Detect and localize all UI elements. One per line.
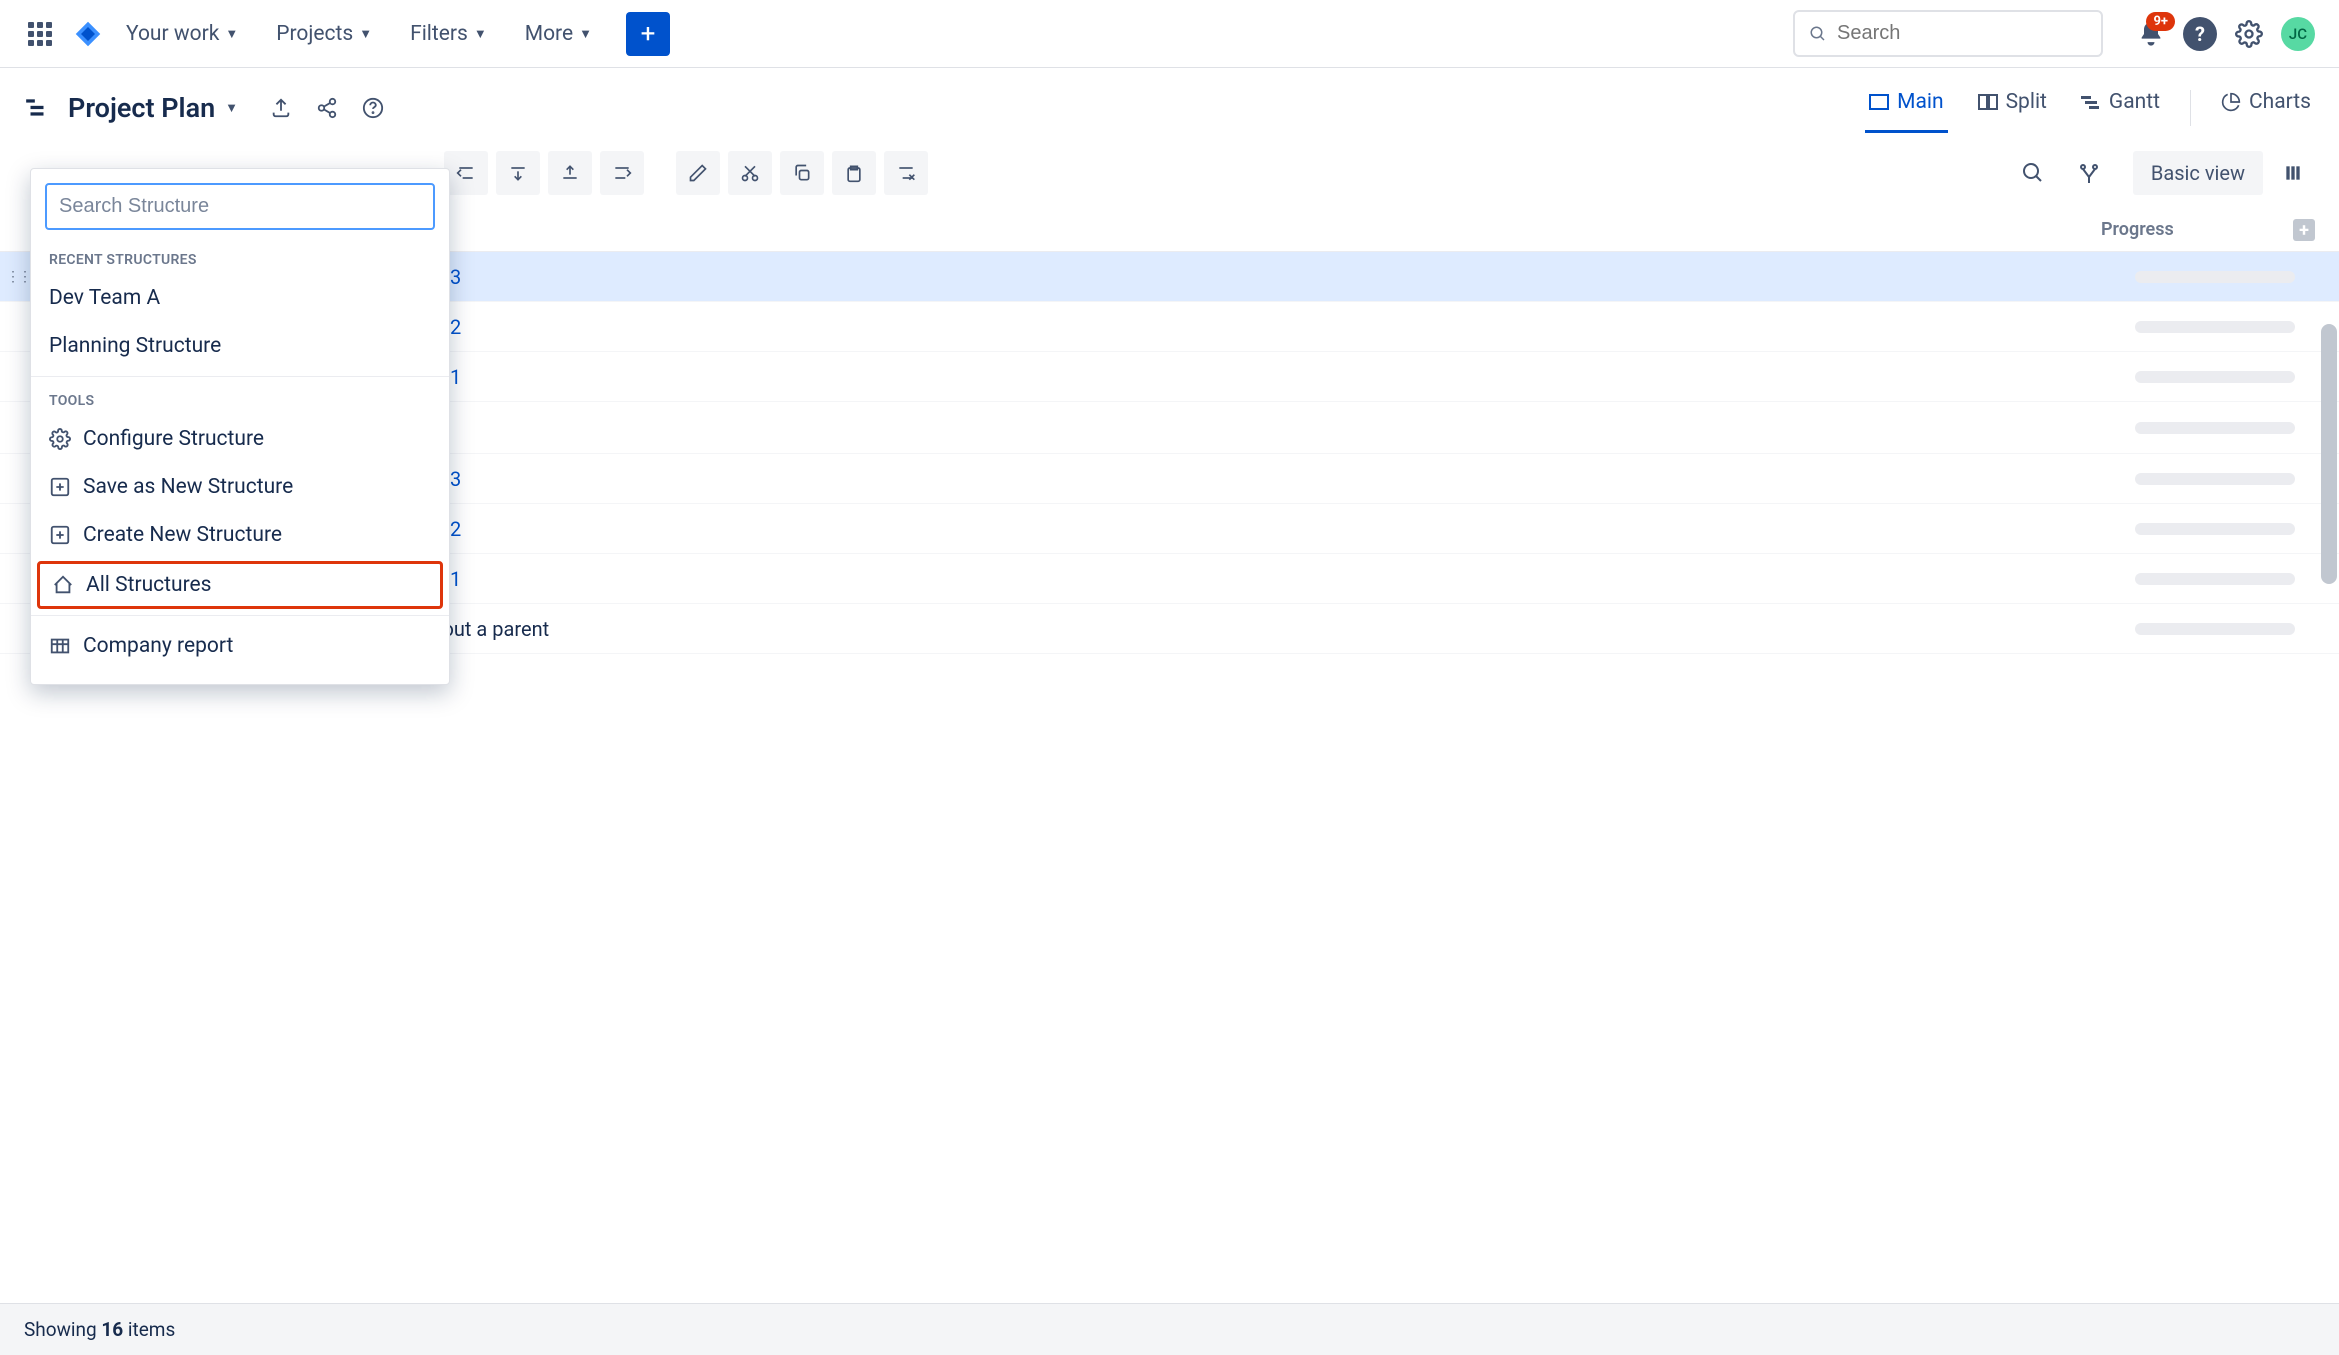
recent-structure-item[interactable]: Planning Structure xyxy=(31,322,449,370)
notification-badge: 9+ xyxy=(2146,12,2175,31)
issue-key[interactable]: 2 xyxy=(450,517,461,541)
share-icon[interactable] xyxy=(316,97,338,119)
tab-main[interactable]: Main xyxy=(1865,82,1947,133)
search-icon[interactable] xyxy=(2021,161,2045,185)
help-circle-icon[interactable] xyxy=(362,97,384,119)
search-input[interactable] xyxy=(1837,22,2087,45)
issue-key[interactable]: 3 xyxy=(450,467,461,491)
progress-bar xyxy=(2135,573,2295,585)
chevron-down-icon: ▼ xyxy=(579,26,592,42)
issue-key[interactable]: 2 xyxy=(450,315,461,339)
split-view-icon xyxy=(1978,94,1998,110)
progress-column-header[interactable]: Progress xyxy=(2101,219,2281,241)
structure-subheader: Project Plan ▼ Main Split Gantt Charts xyxy=(0,68,2339,151)
tab-gantt[interactable]: Gantt xyxy=(2077,82,2164,133)
create-new-item[interactable]: Create New Structure xyxy=(31,511,449,559)
notifications-button[interactable]: 9+ xyxy=(2137,20,2165,48)
edit-button[interactable] xyxy=(676,151,720,195)
view-selector[interactable]: Basic view xyxy=(2133,151,2263,195)
outdent-button[interactable] xyxy=(444,151,488,195)
structure-dropdown: RECENT STRUCTURES Dev Team A Planning St… xyxy=(30,168,450,685)
view-tabs: Main Split Gantt Charts xyxy=(1865,82,2315,133)
plus-square-icon xyxy=(49,524,71,546)
delete-button[interactable] xyxy=(884,151,928,195)
issue-key[interactable]: 1 xyxy=(450,567,461,591)
search-icon xyxy=(1809,24,1827,44)
nav-projects[interactable]: Projects▼ xyxy=(270,18,378,50)
structure-search-input[interactable] xyxy=(45,183,435,230)
issue-key[interactable]: 3 xyxy=(450,265,461,289)
structure-actions xyxy=(270,97,384,119)
app-switcher-icon[interactable] xyxy=(24,18,56,50)
main-view-icon xyxy=(1869,94,1889,110)
progress-bar xyxy=(2135,371,2295,383)
nav-your-work[interactable]: Your work▼ xyxy=(120,18,244,50)
separator xyxy=(31,376,449,377)
gear-icon xyxy=(49,428,71,450)
export-icon[interactable] xyxy=(270,97,292,119)
tab-charts[interactable]: Charts xyxy=(2217,82,2315,133)
tools-label: TOOLS xyxy=(31,383,449,415)
nav-icons: 9+ ? JC xyxy=(2137,17,2315,51)
jira-logo-icon[interactable] xyxy=(74,20,102,48)
progress-bar xyxy=(2135,422,2295,434)
separator xyxy=(31,615,449,616)
cut-button[interactable] xyxy=(728,151,772,195)
issue-key[interactable]: 1 xyxy=(450,365,461,389)
pie-chart-icon xyxy=(2221,92,2241,112)
company-report-item[interactable]: Company report xyxy=(31,622,449,670)
chevron-down-icon: ▼ xyxy=(359,26,372,42)
configure-structure-item[interactable]: Configure Structure xyxy=(31,415,449,463)
filter-icon[interactable] xyxy=(2077,161,2101,185)
recent-structures-label: RECENT STRUCTURES xyxy=(31,242,449,274)
help-button[interactable]: ? xyxy=(2183,17,2217,51)
copy-button[interactable] xyxy=(780,151,824,195)
structure-title-dropdown[interactable]: Project Plan ▼ xyxy=(68,92,238,124)
chevron-down-icon: ▼ xyxy=(225,26,238,42)
top-nav: Your work▼ Projects▼ Filters▼ More▼ + 9+… xyxy=(0,0,2339,68)
indent-button[interactable] xyxy=(600,151,644,195)
create-button[interactable]: + xyxy=(626,12,670,56)
move-up-button[interactable] xyxy=(548,151,592,195)
nav-filters[interactable]: Filters▼ xyxy=(404,18,493,50)
structure-toolbar: Basic view xyxy=(420,151,2339,209)
vertical-scrollbar[interactable] xyxy=(2321,324,2337,584)
global-search[interactable] xyxy=(1793,10,2103,57)
tab-split[interactable]: Split xyxy=(1974,82,2051,133)
recent-structure-item[interactable]: Dev Team A xyxy=(31,274,449,322)
progress-bar xyxy=(2135,271,2295,283)
progress-bar xyxy=(2135,623,2295,635)
columns-button[interactable] xyxy=(2271,151,2315,195)
save-icon xyxy=(49,476,71,498)
chevron-down-icon: ▼ xyxy=(474,26,487,42)
all-structures-item[interactable]: All Structures xyxy=(37,561,443,609)
user-avatar[interactable]: JC xyxy=(2281,17,2315,51)
status-bar: Showing 16 items xyxy=(0,1303,2339,1355)
add-column-button[interactable]: + xyxy=(2293,219,2315,241)
nav-menu: Your work▼ Projects▼ Filters▼ More▼ xyxy=(120,18,598,50)
nav-more[interactable]: More▼ xyxy=(519,18,598,50)
table-icon xyxy=(49,635,71,657)
separator xyxy=(2190,90,2191,126)
home-icon xyxy=(52,574,74,596)
save-as-new-item[interactable]: Save as New Structure xyxy=(31,463,449,511)
chevron-down-icon: ▼ xyxy=(225,100,238,116)
progress-bar xyxy=(2135,523,2295,535)
settings-icon[interactable] xyxy=(2235,20,2263,48)
paste-button[interactable] xyxy=(832,151,876,195)
structure-search-wrap xyxy=(45,183,435,230)
move-down-button[interactable] xyxy=(496,151,540,195)
structure-icon xyxy=(24,95,50,121)
structure-title: Project Plan xyxy=(68,92,215,124)
progress-bar xyxy=(2135,321,2295,333)
progress-bar xyxy=(2135,473,2295,485)
gantt-icon xyxy=(2081,94,2101,110)
